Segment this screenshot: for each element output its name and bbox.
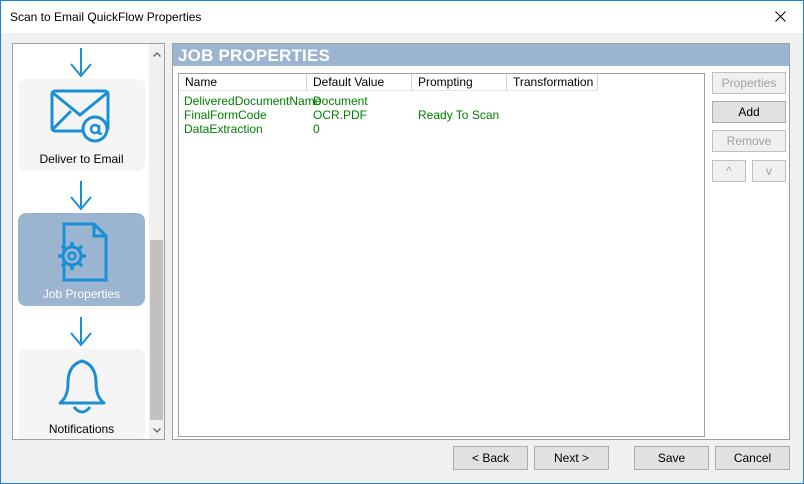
add-button[interactable]: Add — [712, 101, 786, 123]
column-header-prompting[interactable]: Prompting — [412, 74, 507, 91]
column-header-transformation[interactable]: Transformation — [507, 74, 598, 91]
bell-icon — [58, 359, 105, 414]
properties-button[interactable]: Properties — [712, 72, 786, 94]
job-properties-panel: JOB PROPERTIES Name Default Value Prompt… — [172, 43, 790, 440]
step-list: Deliver to Email Job Properties Notifica… — [13, 44, 149, 439]
move-up-button[interactable]: ^ — [712, 160, 746, 182]
step-label: Deliver to Email — [39, 152, 124, 166]
remove-button[interactable]: Remove — [712, 130, 786, 152]
panel-header: JOB PROPERTIES — [173, 44, 789, 66]
arrow-down-icon — [70, 48, 92, 78]
cell-name: FinalFormCode — [184, 108, 267, 122]
back-button[interactable]: < Back — [453, 446, 528, 470]
cell-default-value: OCR.PDF — [313, 108, 367, 122]
next-button[interactable]: Next > — [534, 446, 609, 470]
chevron-up-icon — [152, 51, 161, 57]
arrow-down-icon — [70, 181, 92, 211]
scroll-down-button[interactable] — [149, 422, 164, 438]
cell-default-value: 0 — [313, 122, 320, 136]
properties-table[interactable]: Name Default Value Prompting Transformat… — [178, 73, 705, 437]
arrow-down-icon — [70, 317, 92, 347]
cell-prompting: Ready To Scan — [418, 108, 500, 122]
document-gear-icon — [57, 222, 107, 282]
cell-name: DeliveredDocumentName — [184, 94, 322, 108]
cell-default-value: Document — [313, 94, 368, 108]
column-header-name[interactable]: Name — [179, 74, 307, 91]
cancel-button[interactable]: Cancel — [715, 446, 790, 470]
move-down-button[interactable]: v — [752, 160, 786, 182]
step-navigator: Deliver to Email Job Properties Notifica… — [12, 43, 165, 440]
step-label: Notifications — [48, 422, 115, 436]
table-row[interactable]: DataExtraction 0 — [179, 122, 699, 136]
envelope-at-icon — [50, 89, 109, 143]
column-header-default-value[interactable]: Default Value — [307, 74, 412, 91]
panel-title: JOB PROPERTIES — [178, 46, 331, 65]
step-deliver-to-email[interactable]: Deliver to Email — [18, 79, 145, 171]
save-button[interactable]: Save — [634, 446, 709, 470]
scroll-thumb[interactable] — [150, 240, 163, 420]
close-button[interactable] — [757, 1, 803, 32]
step-list-scrollbar[interactable] — [149, 44, 164, 439]
step-job-properties[interactable]: Job Properties — [18, 213, 145, 306]
cell-name: DataExtraction — [184, 122, 263, 136]
close-icon — [774, 11, 786, 22]
title-bar: Scan to Email QuickFlow Properties — [1, 1, 803, 33]
chevron-down-icon — [152, 427, 161, 433]
window-title: Scan to Email QuickFlow Properties — [10, 10, 202, 24]
step-notifications[interactable]: Notifications — [18, 349, 145, 439]
table-row[interactable]: DeliveredDocumentName Document — [179, 94, 699, 108]
table-row[interactable]: FinalFormCode OCR.PDF Ready To Scan — [179, 108, 699, 122]
scroll-up-button[interactable] — [149, 46, 164, 62]
step-label: Job Properties — [42, 287, 121, 301]
